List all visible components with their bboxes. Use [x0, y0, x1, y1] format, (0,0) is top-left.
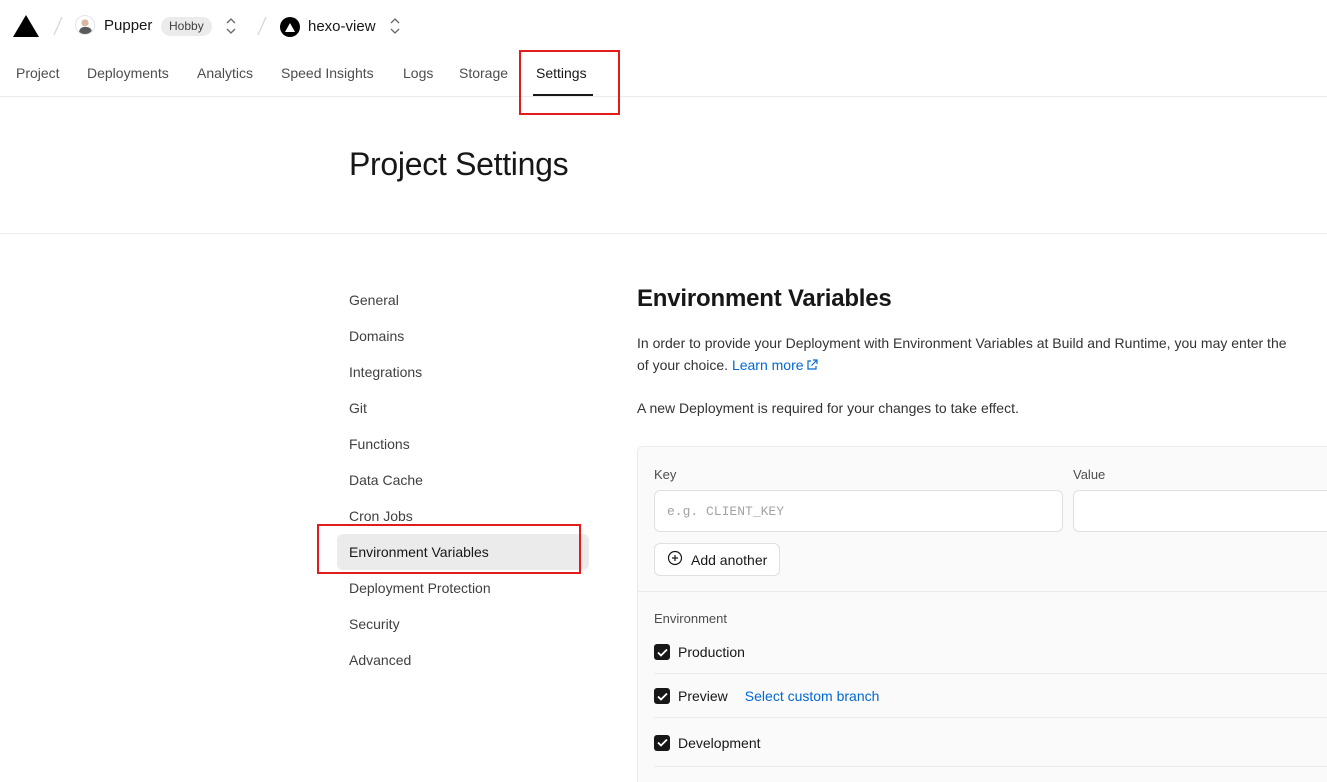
development-checkbox[interactable] [654, 734, 670, 751]
plan-badge: Hobby [161, 17, 212, 36]
value-input[interactable] [1073, 490, 1327, 532]
header-divider [0, 233, 1327, 234]
add-another-button[interactable]: Add another [654, 543, 781, 576]
team-name[interactable]: Pupper [104, 17, 152, 34]
sidenav-item-deployment-protection[interactable]: Deployment Protection [337, 570, 589, 606]
project-switcher-chevron-icon[interactable] [389, 16, 401, 36]
sidenav-item-general[interactable]: General [337, 282, 589, 318]
preview-checkbox[interactable] [654, 688, 670, 704]
tab-settings[interactable]: Settings [536, 65, 587, 81]
sidenav-item-domains[interactable]: Domains [337, 318, 589, 354]
preview-label: Preview [678, 688, 728, 704]
development-label: Development [678, 734, 761, 751]
sidenav-item-advanced[interactable]: Advanced [337, 642, 589, 678]
sidenav-item-cron-jobs[interactable]: Cron Jobs [337, 498, 589, 534]
add-another-label: Add another [691, 551, 768, 568]
sidenav-item-environment-variables[interactable]: Environment Variables [337, 534, 589, 570]
sidenav-item-git[interactable]: Git [337, 390, 589, 426]
tab-logs[interactable]: Logs [403, 65, 433, 81]
env-vars-description: In order to provide your Deployment with… [637, 332, 1327, 377]
learn-more-label: Learn more [731, 357, 804, 373]
team-switcher-chevron-icon[interactable] [225, 16, 237, 36]
env-row-development: Development [654, 719, 1327, 767]
external-link-icon [806, 355, 818, 377]
env-row-preview: Preview Select custom branch [654, 675, 1327, 718]
project-triangle-icon[interactable] [280, 17, 300, 37]
breadcrumb-separator-icon [52, 15, 64, 37]
env-row-production: Production [654, 631, 1327, 674]
tab-analytics[interactable]: Analytics [197, 65, 253, 81]
vercel-logo-icon[interactable] [13, 15, 39, 37]
tab-storage[interactable]: Storage [459, 65, 508, 81]
sidenav-item-security[interactable]: Security [337, 606, 589, 642]
tab-project[interactable]: Project [16, 65, 60, 81]
env-var-form-card: Key Value Add another Environment Produc… [637, 446, 1327, 782]
project-name[interactable]: hexo-view [308, 18, 376, 35]
breadcrumb-separator-icon [256, 15, 268, 37]
select-custom-branch-link[interactable]: Select custom branch [745, 688, 880, 704]
project-tabs: Project Deployments Analytics Speed Insi… [0, 54, 1327, 97]
sidenav-item-data-cache[interactable]: Data Cache [337, 462, 589, 498]
production-checkbox[interactable] [654, 644, 670, 660]
active-tab-indicator [533, 94, 593, 96]
key-input[interactable] [654, 490, 1063, 532]
sidenav-item-integrations[interactable]: Integrations [337, 354, 589, 390]
page-title: Project Settings [349, 146, 569, 182]
plus-circle-icon [667, 550, 683, 569]
description-line-1: In order to provide your Deployment with… [637, 335, 1287, 351]
production-label: Production [678, 644, 745, 660]
key-label: Key [654, 467, 677, 482]
redeploy-notice: A new Deployment is required for your ch… [637, 400, 1019, 416]
tab-speed-insights[interactable]: Speed Insights [281, 65, 374, 81]
top-bar: Pupper Hobby hexo-view [0, 0, 1327, 54]
key-value-section: Key Value Add another [638, 447, 1327, 592]
value-label: Value [1073, 467, 1106, 482]
environment-label: Environment [654, 611, 727, 626]
sidenav-item-functions[interactable]: Functions [337, 426, 589, 462]
tab-deployments[interactable]: Deployments [87, 65, 169, 81]
description-line-2: of your choice. [637, 357, 729, 373]
team-avatar[interactable] [75, 15, 95, 35]
env-vars-title: Environment Variables [637, 285, 892, 312]
learn-more-link[interactable]: Learn more [732, 357, 818, 373]
